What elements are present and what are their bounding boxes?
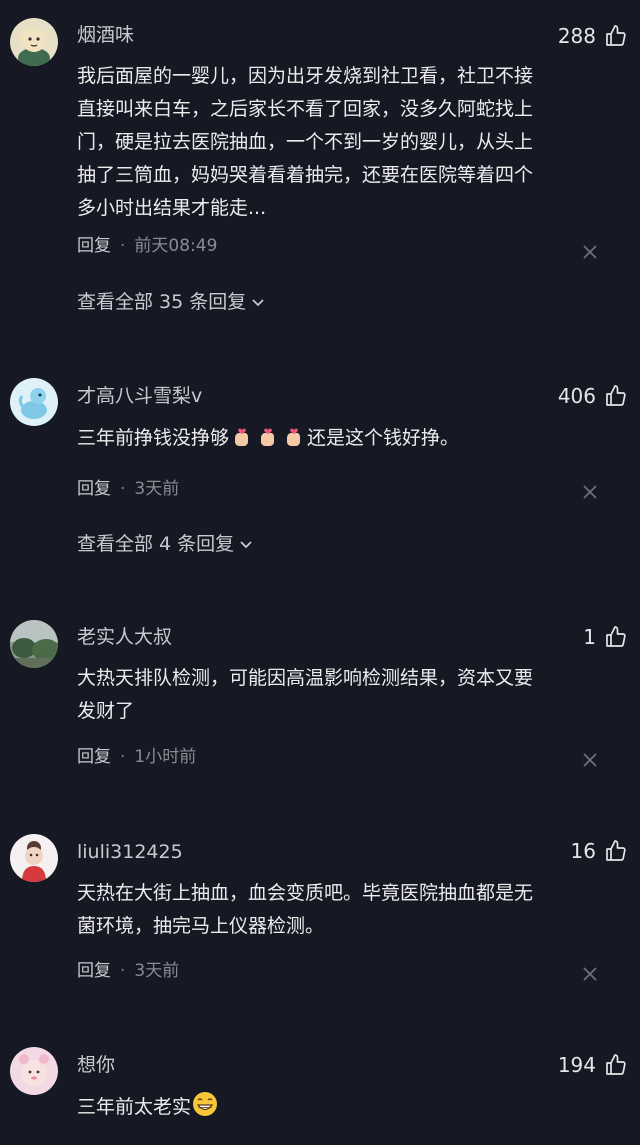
close-icon[interactable] (580, 482, 600, 502)
thumbs-up-icon (604, 24, 628, 48)
heart-hands-emoji-icon (230, 426, 254, 459)
separator-dot: · (120, 961, 126, 981)
username[interactable]: 烟酒味 (77, 22, 134, 48)
comment-meta: 回复 · 1小时前 (77, 745, 196, 769)
comment-text: 我后面屋的一婴儿，因为出牙发烧到社卫看，社卫不接 直接叫来白车，之后家长不看了回… (77, 60, 597, 225)
username[interactable]: liuli312425 (77, 839, 183, 865)
heart-hands-emoji-icon (256, 426, 280, 459)
avatar[interactable] (10, 620, 58, 668)
avatar-image (10, 1047, 58, 1095)
like-button[interactable]: 288 (558, 21, 628, 51)
comment-text-part: 三年前挣钱没挣够 (77, 427, 230, 449)
reply-button[interactable]: 回复 (77, 477, 111, 501)
like-button[interactable]: 194 (558, 1050, 628, 1080)
separator-dot: · (120, 747, 126, 767)
thumbs-up-icon (604, 1053, 628, 1077)
username[interactable]: 老实人大叔 (77, 624, 172, 650)
comment-line: 大热天排队检测，可能因高温影响检测结果，资本又要 (77, 667, 534, 689)
avatar[interactable] (10, 834, 58, 882)
reply-button[interactable]: 回复 (77, 745, 111, 769)
avatar-image (10, 18, 58, 66)
close-icon[interactable] (580, 964, 600, 984)
chevron-down-icon (246, 294, 266, 310)
comment-line: 发财了 (77, 700, 135, 722)
username[interactable]: 想你 (77, 1052, 115, 1078)
comment-text: 天热在大街上抽血，血会变质吧。毕竟医院抽血都是无 菌环境，抽完马上仪器检测。 (77, 877, 597, 943)
comment-line: 门，硬是拉去医院抽血，一个不到一岁的婴儿，从头上 (77, 131, 534, 153)
avatar[interactable] (10, 18, 58, 66)
comment-line: 直接叫来白车，之后家长不看了回家，没多久阿蛇找上 (77, 98, 534, 120)
view-replies-label: 查看全部 4 条回复 (77, 533, 235, 555)
comment-meta: 回复 · 3天前 (77, 959, 179, 983)
avatar[interactable] (10, 1047, 58, 1095)
comment-line: 菌环境，抽完马上仪器检测。 (77, 915, 325, 937)
comment-time: 1小时前 (134, 747, 197, 767)
like-count: 1 (583, 625, 596, 649)
like-count: 194 (557, 1053, 596, 1077)
view-replies-button[interactable]: 查看全部 35 条回复 (77, 289, 266, 315)
chevron-down-icon (234, 536, 254, 552)
close-icon[interactable] (580, 242, 600, 262)
like-button[interactable]: 406 (558, 381, 628, 411)
comment-text: 三年前太老实 (77, 1091, 597, 1128)
grinning-face-icon (192, 1091, 218, 1128)
separator-dot: · (120, 479, 126, 499)
reply-button[interactable]: 回复 (77, 959, 111, 983)
comment-time: 3天前 (134, 479, 180, 499)
comment-text-part: 三年前太老实 (77, 1096, 192, 1118)
heart-hands-emoji-icon (282, 426, 306, 459)
view-replies-button[interactable]: 查看全部 4 条回复 (77, 531, 254, 557)
thumbs-up-icon (604, 384, 628, 408)
like-count: 406 (557, 384, 596, 408)
comment-text-part: 还是这个钱好挣。 (307, 427, 460, 449)
comment-text: 大热天排队检测，可能因高温影响检测结果，资本又要 发财了 (77, 662, 597, 728)
separator-dot: · (120, 236, 126, 256)
reply-button[interactable]: 回复 (77, 234, 111, 258)
like-count: 16 (570, 839, 596, 863)
avatar-image (10, 834, 58, 882)
like-count: 288 (557, 24, 596, 48)
close-icon[interactable] (580, 750, 600, 770)
comment-line: 我后面屋的一婴儿，因为出牙发烧到社卫看，社卫不接 (77, 65, 534, 87)
thumbs-up-icon (604, 839, 628, 863)
comment-line: 天热在大街上抽血，血会变质吧。毕竟医院抽血都是无 (77, 882, 534, 904)
comment-time: 3天前 (134, 961, 180, 981)
view-replies-label: 查看全部 35 条回复 (77, 291, 247, 313)
comment-line: 抽了三筒血，妈妈哭着看着抽完，还要在医院等着四个 (77, 164, 534, 186)
username[interactable]: 才高八斗雪梨v (77, 383, 202, 409)
like-button[interactable]: 1 (583, 622, 628, 652)
avatar-image (10, 378, 58, 426)
comment-line: 多小时出结果才能走... (77, 197, 267, 219)
thumbs-up-icon (604, 625, 628, 649)
comment-text: 三年前挣钱没挣够 还是这个钱好挣。 (77, 422, 597, 459)
comment-meta: 回复 · 前天08:49 (77, 234, 217, 258)
comment-meta: 回复 · 3天前 (77, 477, 179, 501)
avatar[interactable] (10, 378, 58, 426)
like-button[interactable]: 16 (571, 836, 628, 866)
comment-time: 前天08:49 (134, 236, 218, 256)
avatar-image (10, 620, 58, 668)
